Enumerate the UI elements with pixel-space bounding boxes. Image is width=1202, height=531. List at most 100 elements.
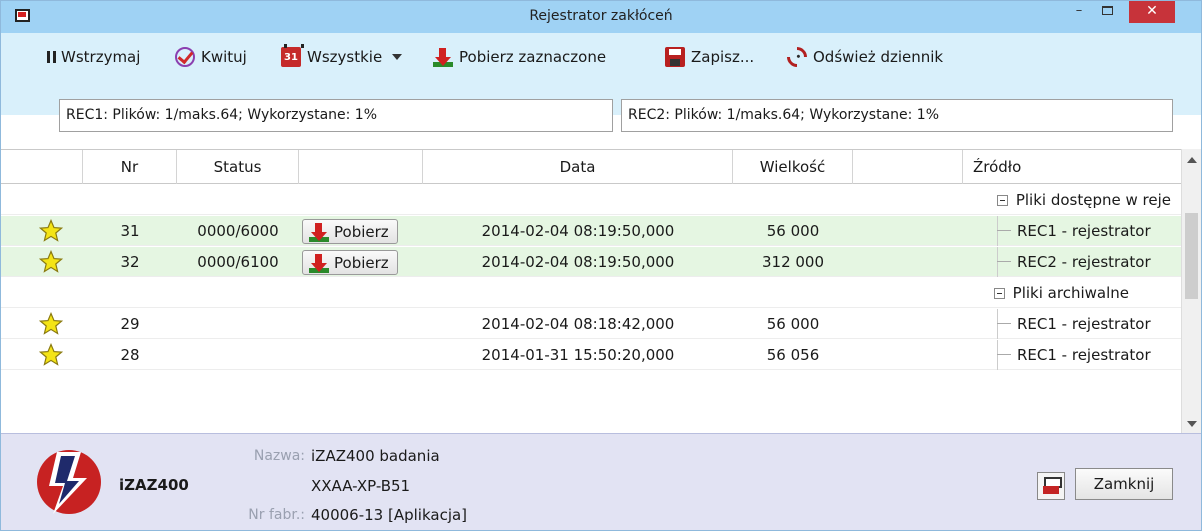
- refresh-log-button[interactable]: Odśwież dziennik: [782, 42, 944, 72]
- date-cell: 2014-01-31 15:50:20,000: [481, 346, 675, 364]
- calendar-icon: 31: [281, 44, 304, 67]
- acknowledge-label: Kwituj: [201, 48, 247, 66]
- status-cell: 0000/6000: [197, 222, 279, 240]
- download-button[interactable]: Pobierz: [302, 250, 398, 275]
- status-cell: [177, 309, 299, 339]
- status-cell: 0000/6100: [197, 253, 279, 271]
- group-title: Pliki archiwalne: [1012, 284, 1129, 302]
- date-cell: 2014-02-04 08:19:50,000: [481, 222, 675, 240]
- column-header-spacer[interactable]: [853, 150, 963, 184]
- source-cell: REC1 - rejestrator: [1017, 346, 1151, 364]
- star-icon: [39, 312, 63, 335]
- filter-all-dropdown[interactable]: 31 Wszystkie: [281, 44, 408, 69]
- recorder-window: Rejestrator zakłóceń – ✕ Wstrzymaj Kwitu…: [0, 0, 1202, 531]
- download-icon: [309, 253, 329, 273]
- collapse-icon[interactable]: [993, 287, 1005, 299]
- size-cell: 312 000: [761, 253, 825, 271]
- chevron-down-icon[interactable]: [392, 54, 403, 60]
- window-title: Rejestrator zakłóceń: [529, 8, 673, 24]
- column-header-source[interactable]: Źródło: [963, 150, 1181, 184]
- scroll-up-icon[interactable]: [1187, 157, 1197, 163]
- nr-cell: 31: [120, 222, 140, 240]
- group-row-archived[interactable]: Pliki archiwalne: [1, 278, 1181, 308]
- download-button[interactable]: Pobierz: [302, 219, 398, 244]
- maximize-button[interactable]: [1093, 1, 1121, 23]
- company-logo: [37, 450, 101, 514]
- group-row-available[interactable]: Pliki dostępne w reje: [1, 185, 1181, 215]
- tree-line: [997, 230, 1011, 231]
- tree-line: [997, 354, 1011, 355]
- table-row[interactable]: 29 2014-02-04 08:18:42,000 56 000 REC1 -…: [1, 309, 1181, 339]
- acknowledge-button[interactable]: Kwituj: [175, 45, 247, 69]
- star-icon: [39, 343, 63, 366]
- toolbar-row: Wstrzymaj Kwituj 31 Wszystkie Pobierz za…: [1, 33, 1201, 81]
- download-label: Pobierz: [334, 253, 389, 272]
- status-cell: [177, 340, 299, 370]
- check-icon: [175, 47, 195, 67]
- files-grid: Nr Status Data Wielkość Źródło Pliki dos…: [1, 149, 1181, 433]
- serial-label: Nr fabr.:: [248, 507, 305, 523]
- tree-line: [997, 309, 998, 339]
- source-cell: REC1 - rejestrator: [1017, 222, 1151, 240]
- print-button[interactable]: [1037, 472, 1065, 500]
- group-title: Pliki dostępne w reje: [1015, 191, 1171, 209]
- date-cell: 2014-02-04 08:18:42,000: [481, 315, 675, 333]
- name-value: iZAZ400 badania: [311, 447, 440, 465]
- source-cell: REC1 - rejestrator: [1017, 315, 1151, 333]
- column-header-status[interactable]: Status: [177, 150, 299, 184]
- nr-cell: 32: [120, 253, 140, 271]
- device-code: XXAA-XP-B51: [311, 477, 411, 495]
- save-button[interactable]: Zapisz...: [665, 45, 754, 69]
- close-button[interactable]: Zamknij: [1075, 468, 1173, 500]
- device-footer: iZAZ400 Nazwa: iZAZ400 badania XXAA-XP-B…: [1, 433, 1201, 530]
- pause-label: Wstrzymaj: [61, 48, 141, 66]
- rec2-status-field: REC2: Plików: 1/maks.64; Wykorzystane: 1…: [621, 99, 1173, 132]
- group-label: Pliki archiwalne: [993, 278, 1129, 308]
- grid-header: Nr Status Data Wielkość Źródło: [1, 150, 1181, 184]
- column-header-size[interactable]: Wielkość: [733, 150, 853, 184]
- download-label: Pobierz: [334, 222, 389, 241]
- size-cell: 56 000: [766, 222, 820, 240]
- tree-line: [997, 340, 998, 370]
- nr-cell: 28: [120, 346, 140, 364]
- date-cell: 2014-02-04 08:19:50,000: [481, 253, 675, 271]
- source-cell: REC2 - rejestrator: [1017, 253, 1151, 271]
- table-row[interactable]: 32 0000/6100 Pobierz 2014-02-04 08:19:50…: [1, 247, 1181, 277]
- vertical-scrollbar[interactable]: [1181, 149, 1201, 433]
- download-icon: [433, 47, 453, 67]
- title-bar[interactable]: Rejestrator zakłóceń – ✕: [1, 1, 1201, 33]
- download-icon: [309, 222, 329, 242]
- table-row[interactable]: 28 2014-01-31 15:50:20,000 56 056 REC1 -…: [1, 340, 1181, 370]
- rec1-status-field: REC1: Plików: 1/maks.64; Wykorzystane: 1…: [59, 99, 613, 132]
- scroll-down-icon[interactable]: [1187, 421, 1197, 427]
- tree-line: [997, 261, 1011, 262]
- minimize-button[interactable]: –: [1065, 1, 1093, 23]
- close-window-button[interactable]: ✕: [1129, 1, 1175, 23]
- save-icon: [665, 47, 685, 67]
- pause-icon: [41, 47, 56, 67]
- collapse-icon[interactable]: [996, 194, 1008, 206]
- serial-value: 40006-13 [Aplikacja]: [311, 506, 468, 524]
- nr-cell: 29: [120, 315, 140, 333]
- refresh-icon: [782, 42, 812, 72]
- star-icon: [39, 219, 63, 242]
- tree-line: [997, 323, 1011, 324]
- maximize-icon: [1101, 6, 1113, 15]
- name-label: Nazwa:: [253, 448, 305, 464]
- save-label: Zapisz...: [691, 48, 755, 66]
- download-selected-label: Pobierz zaznaczone: [459, 48, 607, 66]
- column-header-nr[interactable]: Nr: [83, 150, 177, 184]
- tree-line: [997, 216, 998, 246]
- column-header-action[interactable]: [299, 150, 423, 184]
- refresh-log-label: Odśwież dziennik: [813, 48, 944, 66]
- scroll-thumb[interactable]: [1185, 213, 1198, 299]
- size-cell: 56 000: [766, 315, 820, 333]
- table-row[interactable]: 31 0000/6000 Pobierz 2014-02-04 08:19:50…: [1, 216, 1181, 246]
- download-selected-button[interactable]: Pobierz zaznaczone: [433, 45, 606, 69]
- filter-all-label: Wszystkie: [307, 48, 383, 66]
- column-header-star[interactable]: [1, 150, 83, 184]
- star-icon: [39, 250, 63, 273]
- pause-button[interactable]: Wstrzymaj: [41, 45, 140, 69]
- group-label: Pliki dostępne w reje: [996, 185, 1171, 215]
- column-header-data[interactable]: Data: [423, 150, 733, 184]
